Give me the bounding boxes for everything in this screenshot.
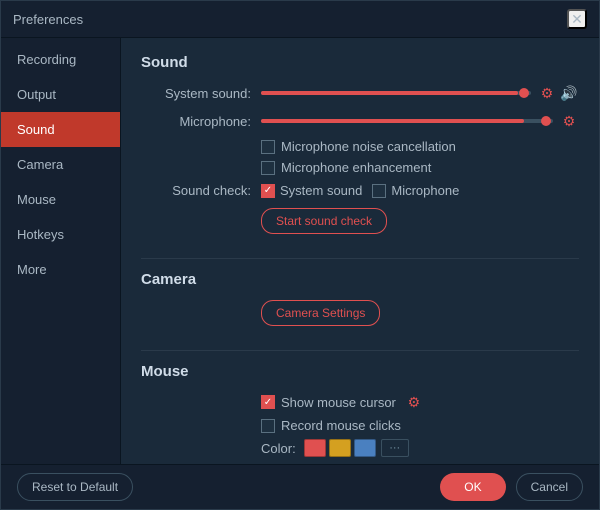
enhancement-label[interactable]: Microphone enhancement: [261, 160, 431, 175]
sound-section-title: Sound: [141, 54, 579, 71]
color-swatch-red-1[interactable]: [304, 439, 326, 457]
close-button[interactable]: ✕: [567, 9, 587, 29]
sidebar-item-recording[interactable]: Recording: [1, 42, 120, 77]
system-sound-thumb[interactable]: [519, 88, 529, 98]
system-sound-gear-icon[interactable]: ⚙: [537, 83, 557, 103]
microphone-check-option[interactable]: Microphone: [372, 183, 459, 198]
sidebar: Recording Output Sound Camera Mouse Hotk…: [1, 38, 121, 464]
dialog-title: Preferences: [13, 12, 83, 27]
microphone-check-checkbox[interactable]: [372, 184, 386, 198]
record-clicks-checkbox[interactable]: [261, 419, 275, 433]
cursor-gear-icon[interactable]: ⚙: [404, 392, 424, 412]
speaker-icon: 🔊: [559, 83, 579, 103]
microphone-thumb[interactable]: [541, 116, 551, 126]
record-clicks-row: Record mouse clicks: [261, 418, 579, 433]
microphone-check-label: Microphone: [391, 183, 459, 198]
cancel-button[interactable]: Cancel: [516, 473, 583, 501]
color-row-1: Color: ···: [261, 439, 579, 457]
system-sound-row: System sound: ⚙ 🔊: [141, 83, 579, 103]
main-content: Sound System sound: ⚙ 🔊 Microphone:: [121, 38, 599, 464]
sidebar-item-sound[interactable]: Sound: [1, 112, 120, 147]
color-label-1: Color:: [261, 441, 296, 456]
system-sound-check-label: System sound: [280, 183, 362, 198]
microphone-row: Microphone: ⚙: [141, 111, 579, 131]
sidebar-item-hotkeys[interactable]: Hotkeys: [1, 217, 120, 252]
camera-settings-button[interactable]: Camera Settings: [261, 300, 380, 326]
ok-button[interactable]: OK: [440, 473, 505, 501]
show-cursor-label[interactable]: Show mouse cursor: [261, 395, 396, 410]
microphone-label: Microphone:: [141, 114, 251, 129]
enhancement-row: Microphone enhancement: [261, 160, 579, 175]
system-sound-slider-container: [261, 91, 531, 95]
noise-cancellation-row: Microphone noise cancellation: [261, 139, 579, 154]
sidebar-item-output[interactable]: Output: [1, 77, 120, 112]
microphone-gear-icon[interactable]: ⚙: [559, 111, 579, 131]
start-sound-check-button[interactable]: Start sound check: [261, 208, 387, 234]
sidebar-item-mouse[interactable]: Mouse: [1, 182, 120, 217]
sidebar-item-camera[interactable]: Camera: [1, 147, 120, 182]
sound-check-row: Sound check: System sound Microphone: [141, 183, 579, 198]
camera-mouse-divider: [141, 350, 579, 351]
show-cursor-row: Show mouse cursor ⚙: [261, 392, 579, 412]
title-bar: Preferences ✕: [1, 1, 599, 38]
microphone-fill: [261, 119, 524, 123]
camera-section-title: Camera: [141, 271, 579, 288]
system-sound-check-option[interactable]: System sound: [261, 183, 362, 198]
microphone-slider-container: [261, 119, 553, 123]
system-sound-label: System sound:: [141, 86, 251, 101]
noise-cancellation-checkbox[interactable]: [261, 140, 275, 154]
sound-check-label: Sound check:: [141, 183, 251, 198]
show-cursor-checkbox[interactable]: [261, 395, 275, 409]
sidebar-item-more[interactable]: More: [1, 252, 120, 287]
sound-camera-divider: [141, 258, 579, 259]
preferences-dialog: Preferences ✕ Recording Output Sound Cam…: [0, 0, 600, 510]
microphone-track: [261, 119, 553, 123]
color-more-1[interactable]: ···: [381, 439, 409, 457]
system-sound-track: [261, 91, 531, 95]
dialog-content: Recording Output Sound Camera Mouse Hotk…: [1, 38, 599, 464]
color-swatch-blue-1[interactable]: [354, 439, 376, 457]
record-clicks-label[interactable]: Record mouse clicks: [261, 418, 401, 433]
mouse-section-title: Mouse: [141, 363, 579, 380]
noise-cancellation-label[interactable]: Microphone noise cancellation: [261, 139, 456, 154]
system-sound-check-checkbox[interactable]: [261, 184, 275, 198]
enhancement-checkbox[interactable]: [261, 161, 275, 175]
reset-button[interactable]: Reset to Default: [17, 473, 133, 501]
system-sound-fill: [261, 91, 518, 95]
footer: Reset to Default OK Cancel: [1, 464, 599, 509]
color-swatch-yellow-1[interactable]: [329, 439, 351, 457]
sound-check-options: System sound Microphone: [261, 183, 459, 198]
footer-right: OK Cancel: [440, 473, 583, 501]
